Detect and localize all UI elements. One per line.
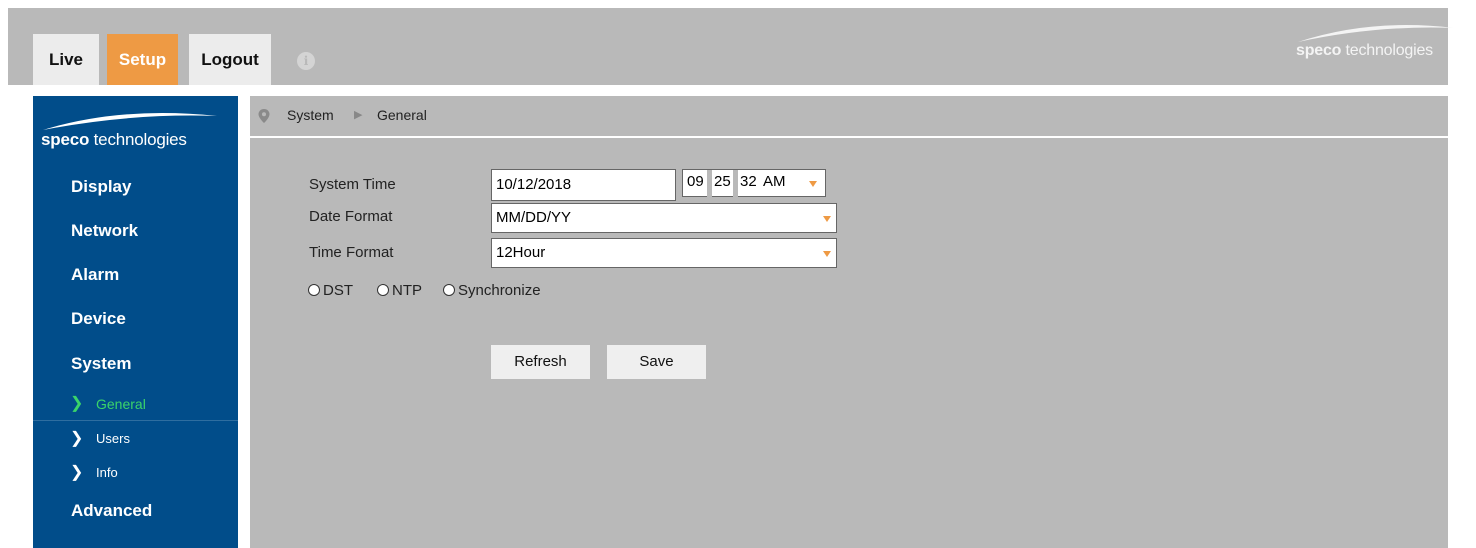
chevron-right-icon: ❯ (70, 430, 84, 447)
time-hour[interactable]: 09 (687, 173, 704, 190)
tab-logout[interactable]: Logout (189, 34, 271, 85)
breadcrumb-general: General (377, 107, 427, 123)
info-icon[interactable]: i (297, 52, 315, 70)
dropdown-arrow-icon[interactable] (809, 181, 817, 187)
chevron-right-icon: ❯ (70, 464, 84, 481)
date-format-label: Date Format (309, 208, 393, 225)
sidebar: speco technologies Display Network Alarm… (33, 96, 238, 548)
breadcrumb-system[interactable]: System (287, 107, 334, 123)
sidebar-item-alarm[interactable]: Alarm (71, 265, 119, 285)
date-format-select[interactable]: MM/DD/YY (491, 203, 837, 233)
sidebar-item-advanced[interactable]: Advanced (71, 501, 152, 521)
save-button[interactable]: Save (607, 345, 706, 379)
ntp-label: NTP (392, 282, 422, 299)
radio-circle-icon[interactable] (377, 284, 389, 296)
date-format-value: MM/DD/YY (496, 209, 571, 226)
location-pin-icon (258, 109, 270, 123)
time-separator (707, 170, 712, 198)
chevron-right-icon: ❯ (70, 395, 84, 412)
content-panel: System ▶ General System Time 10/12/2018 … (250, 96, 1448, 548)
synchronize-option[interactable]: Synchronize (443, 282, 541, 299)
time-minute[interactable]: 25 (714, 173, 731, 190)
sidebar-item-display[interactable]: Display (71, 177, 131, 197)
dst-option[interactable]: DST (308, 282, 353, 299)
time-format-label: Time Format (309, 244, 394, 261)
sidebar-subitem-info[interactable]: ❯ Info (33, 456, 238, 488)
time-second[interactable]: 32 (740, 173, 757, 190)
top-bar: Live Setup Logout i speco technologies (8, 8, 1454, 85)
sidebar-subitem-label: Info (96, 465, 118, 480)
date-input[interactable]: 10/12/2018 (491, 169, 676, 201)
sidebar-subitem-label: Users (96, 431, 130, 446)
sidebar-subitem-label: General (96, 396, 146, 412)
dropdown-arrow-icon (823, 216, 831, 222)
sidebar-item-device[interactable]: Device (71, 309, 126, 329)
tab-setup[interactable]: Setup (107, 34, 178, 85)
time-format-value: 12Hour (496, 244, 546, 261)
sidebar-subitem-general[interactable]: ❯ General (33, 387, 238, 419)
refresh-button[interactable]: Refresh (491, 345, 590, 379)
logo-text: speco technologies (41, 130, 187, 149)
radio-circle-icon[interactable] (443, 284, 455, 296)
time-format-select[interactable]: 12Hour (491, 238, 837, 268)
time-ampm[interactable]: AM (763, 173, 786, 190)
synchronize-label: Synchronize (458, 282, 541, 299)
time-separator (733, 170, 738, 198)
brand-logo: speco technologies (1296, 20, 1466, 60)
sidebar-subitem-users[interactable]: ❯ Users (33, 422, 238, 454)
logo-swoosh-icon (1298, 25, 1454, 42)
breadcrumb-arrow-icon: ▶ (354, 109, 363, 121)
dropdown-arrow-icon (823, 251, 831, 257)
radio-circle-icon[interactable] (308, 284, 320, 296)
time-picker[interactable]: 09 25 32 AM (682, 169, 826, 198)
sidebar-logo: speco technologies (41, 108, 236, 150)
breadcrumb: System ▶ General (250, 96, 1448, 138)
dst-label: DST (323, 282, 353, 299)
logo-swoosh-icon (43, 113, 217, 130)
divider (33, 420, 238, 421)
sidebar-item-system[interactable]: System (71, 354, 131, 374)
ntp-option[interactable]: NTP (377, 282, 422, 299)
system-time-label: System Time (309, 176, 396, 193)
tab-live[interactable]: Live (33, 34, 99, 85)
sidebar-item-network[interactable]: Network (71, 221, 138, 241)
logo-text: speco technologies (1296, 42, 1433, 59)
